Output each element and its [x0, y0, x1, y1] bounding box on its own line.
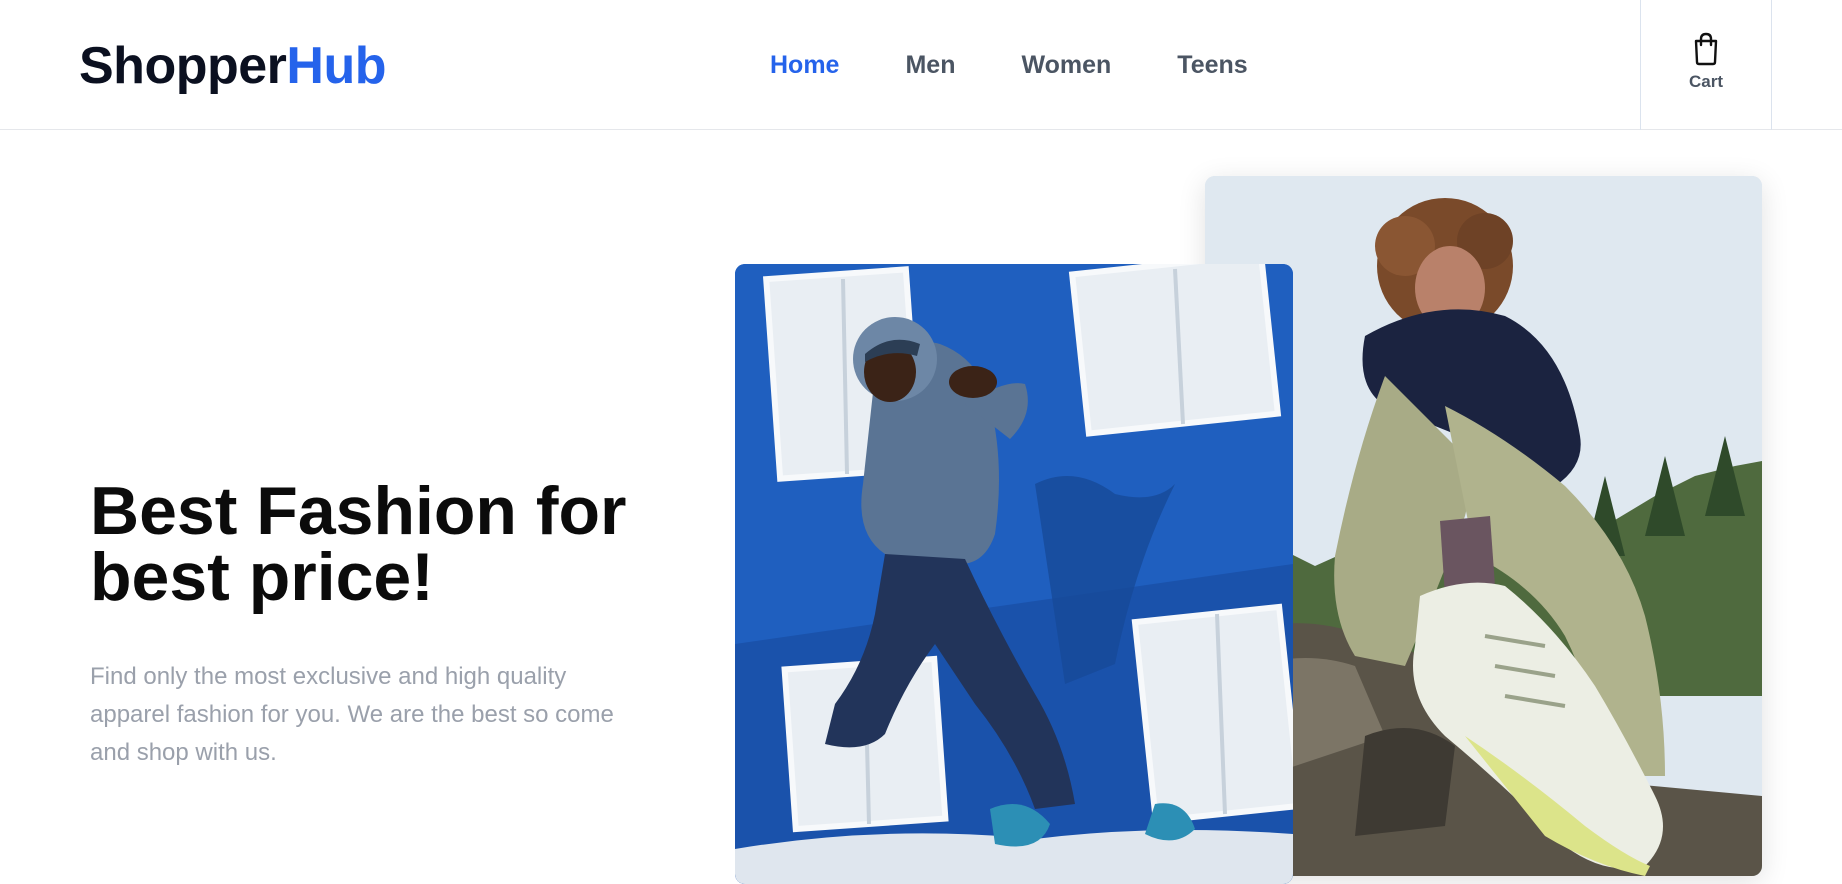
- logo-text-shopper: Shopper: [79, 37, 287, 95]
- hero-title: Best Fashion for best price!: [90, 473, 627, 615]
- cart-label: Cart: [1688, 72, 1723, 91]
- nav-link-home[interactable]: Home: [770, 50, 839, 80]
- hero-subtitle: Find only the most exclusive and high qu…: [90, 663, 614, 766]
- cart-button[interactable]: Cart: [1640, 0, 1772, 130]
- shopping-bag-icon: [1694, 32, 1718, 66]
- nav-link-men[interactable]: Men: [905, 50, 955, 80]
- hero-image-man: [735, 264, 1293, 884]
- site-header: ShopperHub Home Men Women Teens Cart: [0, 0, 1842, 130]
- nav-link-teens[interactable]: Teens: [1177, 50, 1247, 80]
- main-nav: Home Men Women Teens: [770, 50, 1248, 80]
- logo-text-hub: Hub: [286, 37, 386, 95]
- man-photo-illustration: [735, 264, 1293, 884]
- logo[interactable]: ShopperHub: [79, 36, 386, 96]
- nav-link-women[interactable]: Women: [1021, 50, 1111, 80]
